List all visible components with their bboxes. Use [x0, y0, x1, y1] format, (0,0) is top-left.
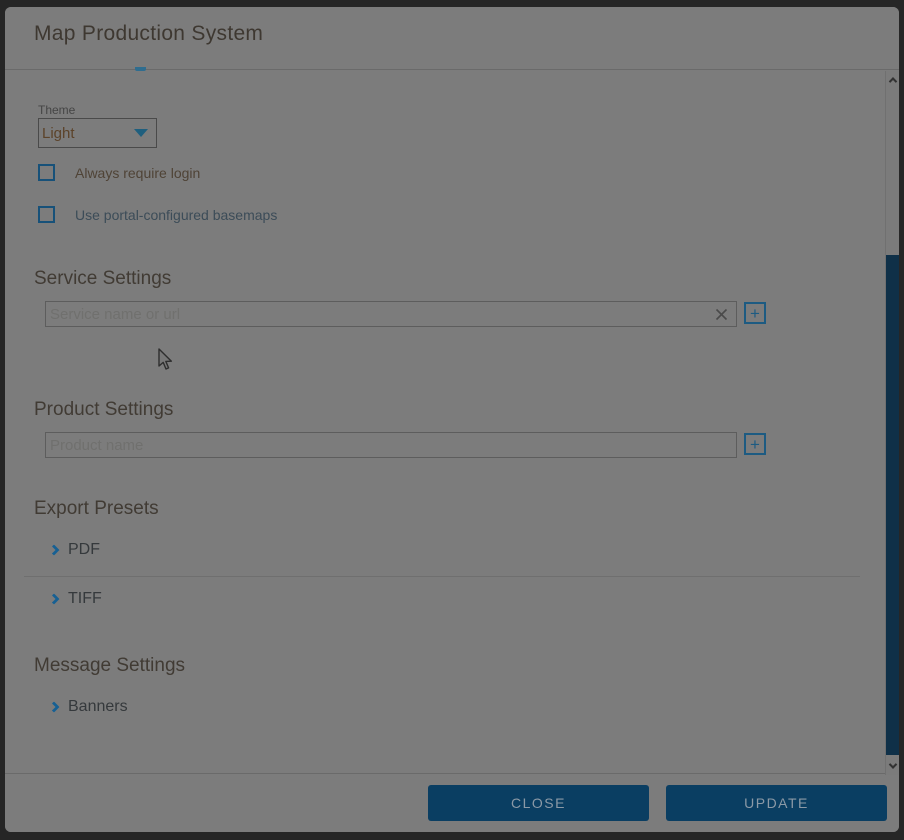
theme-label: Theme — [38, 103, 75, 117]
message-settings-heading: Message Settings — [34, 655, 185, 677]
scroll-up-arrow[interactable] — [886, 71, 899, 89]
scrolled-element-fragment — [135, 67, 146, 71]
chevron-right-icon — [48, 544, 59, 555]
add-service-button[interactable]: + — [744, 302, 766, 324]
service-input-field — [45, 301, 737, 327]
modal-backdrop: Map Production System Theme Light Always… — [0, 0, 904, 840]
checkbox-row-portal-basemaps[interactable]: Use portal-configured basemaps — [38, 206, 277, 223]
close-button[interactable]: CLOSE — [428, 785, 649, 821]
clear-icon[interactable] — [712, 305, 730, 323]
divider — [24, 576, 860, 577]
scroll-down-arrow[interactable] — [886, 757, 899, 775]
export-presets-heading: Export Presets — [34, 498, 159, 520]
expand-row-label: TIFF — [68, 590, 102, 608]
checkbox-always-require-login[interactable] — [38, 164, 55, 181]
theme-select[interactable]: Light — [38, 118, 157, 148]
expand-row-label: PDF — [68, 541, 100, 559]
dialog-header: Map Production System — [5, 7, 899, 70]
chevron-down-icon — [134, 129, 148, 137]
add-product-button[interactable]: + — [744, 433, 766, 455]
theme-select-value: Light — [42, 125, 134, 142]
mouse-cursor-icon — [158, 348, 175, 376]
map-production-system-dialog: Map Production System Theme Light Always… — [5, 7, 899, 832]
checkbox-label: Always require login — [75, 165, 200, 181]
chevron-right-icon — [48, 701, 59, 712]
product-input-field — [45, 432, 737, 458]
chevron-down-icon — [888, 760, 896, 768]
checkbox-label: Use portal-configured basemaps — [75, 207, 277, 223]
scrollbar-thumb[interactable] — [886, 255, 899, 755]
vertical-scrollbar[interactable] — [885, 71, 899, 775]
checkbox-portal-basemaps[interactable] — [38, 206, 55, 223]
plus-icon: + — [750, 436, 760, 453]
expand-row-pdf[interactable]: PDF — [50, 541, 100, 559]
product-name-input[interactable] — [50, 437, 730, 454]
plus-icon: + — [750, 305, 760, 322]
dialog-footer: CLOSE UPDATE — [5, 773, 899, 832]
dialog-title: Map Production System — [34, 22, 263, 46]
update-button[interactable]: UPDATE — [666, 785, 887, 821]
expand-row-banners[interactable]: Banners — [50, 698, 128, 716]
service-settings-heading: Service Settings — [34, 268, 171, 290]
expand-row-label: Banners — [68, 698, 128, 716]
expand-row-tiff[interactable]: TIFF — [50, 590, 102, 608]
chevron-right-icon — [48, 593, 59, 604]
service-name-input[interactable] — [50, 306, 712, 323]
checkbox-row-always-require-login[interactable]: Always require login — [38, 164, 200, 181]
product-settings-heading: Product Settings — [34, 399, 173, 421]
chevron-up-icon — [888, 77, 896, 85]
